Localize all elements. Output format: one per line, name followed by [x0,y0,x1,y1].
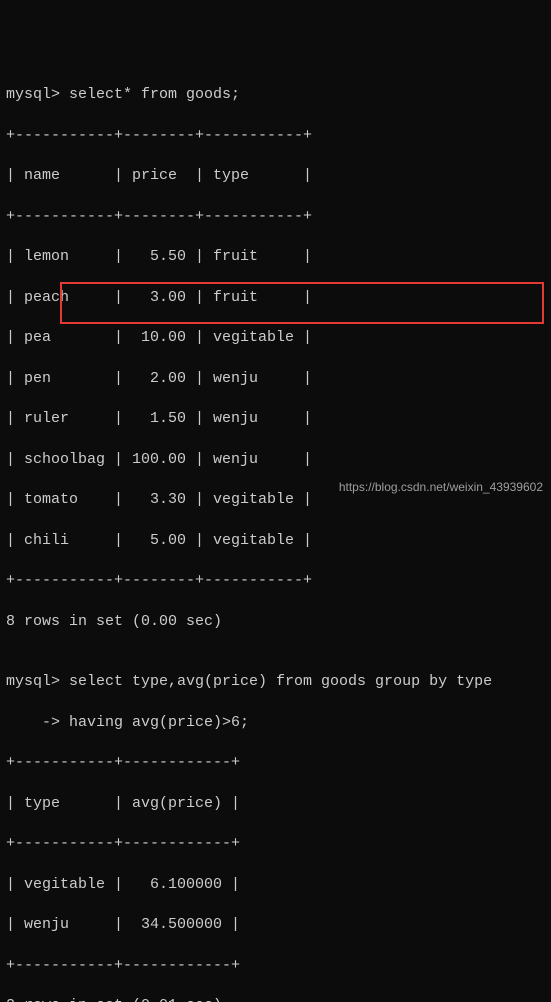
table1-summary: 8 rows in set (0.00 sec) [6,612,545,632]
table1-row-ruler: | ruler | 1.50 | wenju | [6,409,545,429]
table2-row-vegitable: | vegitable | 6.100000 | [6,875,545,895]
table2-row-wenju: | wenju | 34.500000 | [6,915,545,935]
table2-header: | type | avg(price) | [6,794,545,814]
table1-row-schoolbag: | schoolbag | 100.00 | wenju | [6,450,545,470]
watermark-text: https://blog.csdn.net/weixin_43939602 [339,479,543,495]
table1-row-lemon: | lemon | 5.50 | fruit | [6,247,545,267]
prompt-line-2a[interactable]: mysql> select type,avg(price) from goods… [6,672,545,692]
table2-border-top: +-----------+------------+ [6,753,545,773]
table1-header: | name | price | type | [6,166,545,186]
table1-row-peach: | peach | 3.00 | fruit | [6,288,545,308]
table2-border-mid: +-----------+------------+ [6,834,545,854]
table1-border-mid: +-----------+--------+-----------+ [6,207,545,227]
table2-summary: 2 rows in set (0.01 sec) [6,996,545,1002]
table1-border-bottom: +-----------+--------+-----------+ [6,571,545,591]
table1-row-pea: | pea | 10.00 | vegitable | [6,328,545,348]
table1-row-chili: | chili | 5.00 | vegitable | [6,531,545,551]
table2-border-bottom: +-----------+------------+ [6,956,545,976]
table1-border-top: +-----------+--------+-----------+ [6,126,545,146]
table1-row-pen: | pen | 2.00 | wenju | [6,369,545,389]
prompt-line-2b[interactable]: -> having avg(price)>6; [6,713,545,733]
prompt-line-1[interactable]: mysql> select* from goods; [6,85,545,105]
